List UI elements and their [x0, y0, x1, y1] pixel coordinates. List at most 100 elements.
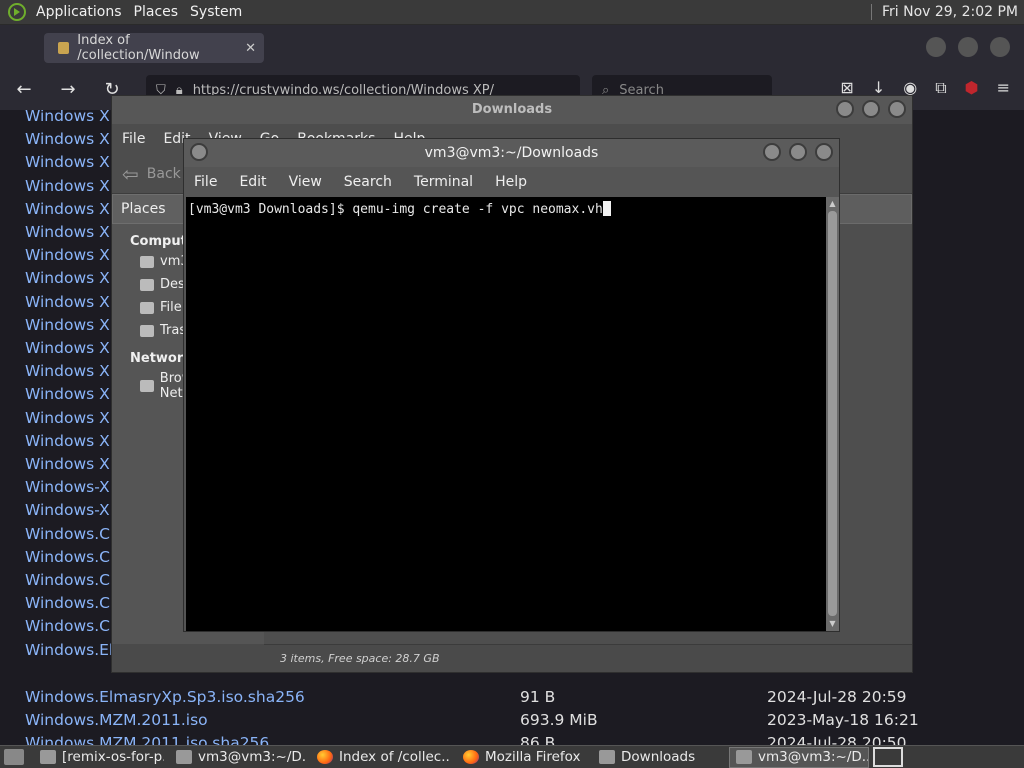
back-arrow-icon[interactable]: ← [12, 78, 36, 102]
bottom-taskbar: [remix-os-for-p... vm3@vm3:~/D... Index of… [0, 745, 1024, 768]
file-link[interactable]: Windows.ElmasryXp.Sp3.iso.sha256 [25, 688, 305, 711]
file-link[interactable]: Windows Xp [25, 153, 120, 176]
maximize-button[interactable] [862, 100, 880, 118]
file-link[interactable]: Windows Xp [25, 200, 120, 223]
panel-separator [870, 4, 872, 20]
scrollbar-thumb[interactable] [828, 211, 837, 616]
system-menu[interactable]: System [184, 4, 248, 20]
file-link[interactable]: Windows Xp [25, 339, 120, 362]
window-title: Downloads [471, 102, 553, 117]
favicon-icon [58, 42, 70, 54]
file-link[interactable]: Windows Xp [25, 455, 120, 478]
file-link[interactable]: Windows.El [25, 641, 113, 664]
terminal-icon [736, 750, 752, 764]
folder-icon [40, 750, 56, 764]
drive-icon [140, 301, 154, 314]
workspace-switcher[interactable] [873, 747, 903, 767]
minimize-button[interactable] [926, 37, 946, 57]
file-link[interactable]: Windows Xp [25, 269, 120, 292]
file-link[interactable]: Windows.Cr [25, 525, 116, 548]
browser-tab[interactable]: Index of /collection/Window ✕ [44, 33, 264, 63]
menu-edit[interactable]: Edit [239, 174, 266, 190]
close-tab-icon[interactable]: ✕ [245, 41, 256, 56]
firefox-icon [463, 750, 479, 764]
forward-arrow-icon[interactable]: → [56, 78, 80, 102]
file-date: 2023-May-18 16:21 [767, 711, 919, 729]
distro-logo-icon[interactable] [8, 3, 26, 21]
taskbar-item-label: vm3@vm3:~/D... [758, 749, 869, 765]
maximize-button[interactable] [958, 37, 978, 57]
file-link[interactable]: Windows Xp [25, 110, 120, 130]
minimize-button[interactable] [836, 100, 854, 118]
maximize-button[interactable] [789, 143, 807, 161]
taskbar-item[interactable]: vm3@vm3:~/D... [170, 747, 305, 768]
tab-title: Index of /collection/Window [77, 33, 200, 63]
file-link[interactable]: Windows.Cr [25, 617, 116, 640]
file-link[interactable]: Windows Xp [25, 409, 120, 432]
file-link[interactable]: Windows Xp [25, 293, 120, 316]
scroll-down-icon[interactable]: ▼ [828, 619, 837, 629]
file-link[interactable]: Windows Xp [25, 432, 120, 455]
file-link[interactable]: Windows Xp [25, 130, 120, 153]
sidebar-header: Places [121, 201, 166, 217]
file-link[interactable]: Windows-Xp [25, 501, 119, 524]
show-desktop-icon[interactable] [4, 749, 24, 765]
home-folder-icon [140, 255, 154, 268]
terminal-titlebar[interactable]: vm3@vm3:~/Downloads [184, 139, 839, 167]
taskbar-item[interactable]: Mozilla Firefox [457, 747, 587, 768]
close-button[interactable] [815, 143, 833, 161]
places-menu[interactable]: Places [128, 4, 185, 20]
file-link[interactable]: Windows Xp [25, 385, 120, 408]
terminal-scrollbar[interactable]: ▲ ▼ [826, 197, 839, 631]
file-date: 2024-Jul-28 20:50 [767, 734, 907, 745]
text-cursor [602, 201, 611, 216]
menu-file[interactable]: File [122, 131, 145, 147]
command-line: [vm3@vm3 Downloads]$ qemu-img create -f … [188, 202, 603, 217]
terminal-icon [176, 750, 192, 764]
file-link[interactable]: Windows-Xp [25, 478, 119, 501]
clock[interactable]: Fri Nov 29, 2:02 PM [882, 4, 1018, 20]
file-link[interactable]: Windows Xp [25, 223, 120, 246]
menu-file[interactable]: File [194, 174, 217, 190]
file-manager-titlebar[interactable]: Downloads [112, 96, 912, 124]
window-menu-button[interactable] [190, 143, 208, 161]
file-link[interactable]: Windows Xp [25, 362, 120, 385]
column-header[interactable] [834, 194, 912, 224]
scroll-up-icon[interactable]: ▲ [828, 199, 837, 209]
taskbar-item[interactable]: Downloads [593, 747, 723, 768]
menu-terminal[interactable]: Terminal [414, 174, 473, 190]
menu-help[interactable]: Help [495, 174, 527, 190]
file-link[interactable]: Windows.Cr [25, 594, 116, 617]
terminal-menubar: File Edit View Search Terminal Help [184, 167, 839, 197]
applications-menu[interactable]: Applications [30, 4, 128, 20]
close-button[interactable] [990, 37, 1010, 57]
menu-search[interactable]: Search [344, 174, 392, 190]
taskbar-item[interactable]: Index of /collec... [311, 747, 451, 768]
menu-view[interactable]: View [289, 174, 322, 190]
window-controls [926, 37, 1010, 57]
file-link[interactable]: Windows Xp [25, 316, 120, 339]
top-panel: Applications Places System Fri Nov 29, 2… [0, 0, 1024, 25]
file-link[interactable]: Windows.Cr [25, 548, 116, 571]
file-link[interactable]: Windows Xp [25, 177, 120, 200]
file-link[interactable]: Windows Xp [25, 246, 120, 269]
file-size: 86 B [520, 734, 556, 745]
tab-bar: Index of /collection/Window ✕ [0, 25, 1024, 70]
ublock-icon[interactable]: ⬢ [965, 78, 979, 98]
terminal-output[interactable]: [vm3@vm3 Downloads]$ qemu-img create -f … [186, 197, 828, 631]
folder-icon [599, 750, 615, 764]
minimize-button[interactable] [763, 143, 781, 161]
extensions-icon[interactable]: ⧉ [935, 78, 946, 98]
file-date: 2024-Jul-28 20:59 [767, 688, 907, 706]
close-button[interactable] [888, 100, 906, 118]
file-link[interactable]: Windows.MZM.2011.iso [25, 711, 208, 734]
back-button-label[interactable]: Back [147, 166, 181, 182]
file-size: 91 B [520, 688, 556, 706]
trash-icon [140, 324, 154, 337]
back-arrow-icon[interactable]: ⇦ [122, 162, 139, 186]
taskbar-item[interactable]: vm3@vm3:~/D... [729, 746, 869, 768]
menu-icon[interactable]: ≡ [997, 78, 1010, 98]
taskbar-item[interactable]: [remix-os-for-p... [34, 747, 164, 768]
file-link[interactable]: Windows.Cr [25, 571, 116, 594]
file-link[interactable]: Windows.MZM.2011.iso.sha256 [25, 734, 269, 745]
